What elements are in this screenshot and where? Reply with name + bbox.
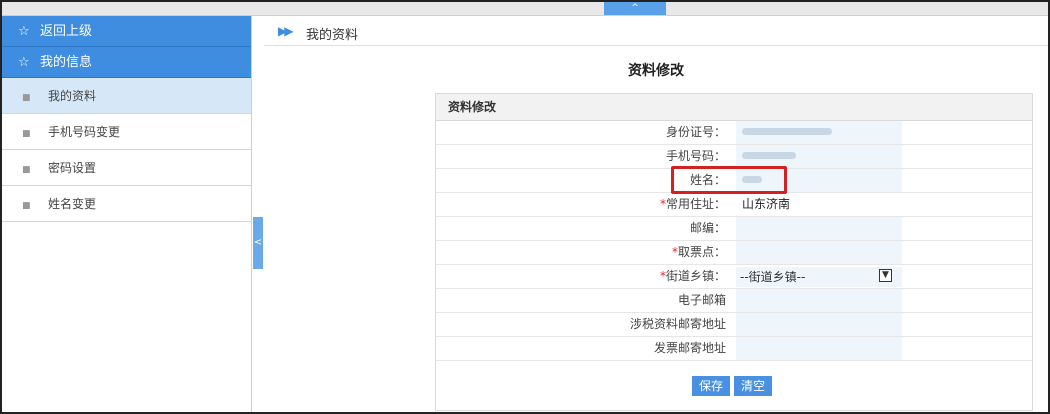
nav-my-info-label: 我的信息 xyxy=(40,55,93,70)
field-label: 发票邮寄地址 xyxy=(653,341,726,355)
street-town-select[interactable]: --街道乡镇-- ▼ xyxy=(736,267,902,287)
bullet-icon: ■ xyxy=(22,201,31,211)
sidebar-item-name-change[interactable]: ■ 姓名变更 xyxy=(2,186,251,222)
sidebar-item-label: 密码设置 xyxy=(48,161,97,175)
save-button[interactable]: 保存 xyxy=(692,376,731,396)
form-buttons: 保存 清空 xyxy=(692,376,776,396)
sidebar-item-label: 我的资料 xyxy=(48,89,97,103)
sidebar-item-phone-change[interactable]: ■ 手机号码变更 xyxy=(2,114,251,150)
top-bar: ^ xyxy=(2,2,1048,16)
address-input[interactable]: 山东济南 xyxy=(736,193,902,216)
double-arrow-icon: ▶▶ xyxy=(278,24,294,38)
id-number-input[interactable] xyxy=(736,121,902,144)
profile-form: 资料修改 身份证号： 手机号码： 姓名： *常用住址： 山东济南 邮编： *取票… xyxy=(435,93,1033,411)
bullet-icon: ■ xyxy=(22,165,31,175)
email-input[interactable] xyxy=(736,289,902,312)
page-title: 资料修改 xyxy=(628,63,684,79)
clear-button[interactable]: 清空 xyxy=(734,376,773,396)
field-invoice-mail-address: 发票邮寄地址 xyxy=(436,337,1032,361)
field-label: 邮编： xyxy=(689,221,726,235)
field-label: 手机号码： xyxy=(665,149,726,163)
name-field-highlight xyxy=(671,166,787,194)
star-icon: ☆ xyxy=(18,55,30,70)
field-street-town: *街道乡镇： --街道乡镇-- ▼ xyxy=(436,265,1032,289)
collapse-top-button[interactable]: ^ xyxy=(604,2,666,15)
breadcrumb: ▶▶ 我的资料 xyxy=(264,16,1048,46)
field-id-number: 身份证号： xyxy=(436,121,1032,145)
pickup-point-input[interactable] xyxy=(736,241,902,264)
select-value: --街道乡镇-- xyxy=(740,270,806,284)
invoice-mail-address-input[interactable] xyxy=(736,337,902,360)
field-label: 涉税资料邮寄地址 xyxy=(629,317,726,331)
field-label: 身份证号： xyxy=(665,125,726,139)
field-label: *常用住址： xyxy=(659,197,726,211)
postcode-input[interactable] xyxy=(736,217,902,240)
nav-back-up[interactable]: ☆ 返回上级 xyxy=(2,16,251,47)
chevron-down-icon[interactable]: ▼ xyxy=(879,269,892,282)
sidebar-item-password[interactable]: ■ 密码设置 xyxy=(2,150,251,186)
form-section-title: 资料修改 xyxy=(436,94,1032,121)
field-address: *常用住址： 山东济南 xyxy=(436,193,1032,217)
bullet-icon: ■ xyxy=(22,93,31,103)
phone-input[interactable] xyxy=(736,145,902,168)
field-email: 电子邮箱 xyxy=(436,289,1032,313)
blurred-value xyxy=(742,128,832,135)
field-pickup-point: *取票点： xyxy=(436,241,1032,265)
star-icon: ☆ xyxy=(18,24,30,39)
field-tax-mail-address: 涉税资料邮寄地址 xyxy=(436,313,1032,337)
sidebar-item-label: 姓名变更 xyxy=(48,197,97,211)
blurred-value xyxy=(742,152,796,159)
collapse-sidebar-button[interactable]: < xyxy=(253,217,263,269)
field-postcode: 邮编： xyxy=(436,217,1032,241)
tax-mail-address-input[interactable] xyxy=(736,313,902,336)
nav-back-up-label: 返回上级 xyxy=(40,24,93,39)
app-frame: ^ ☆ 返回上级 ☆ 我的信息 ■ 我的资料 ■ 手机号码变更 ■ 密码设置 ■ 姓名变更 … xyxy=(0,0,1050,414)
nav-my-info[interactable]: ☆ 我的信息 xyxy=(2,47,251,78)
sidebar-item-my-profile[interactable]: ■ 我的资料 xyxy=(2,78,251,114)
sidebar-item-label: 手机号码变更 xyxy=(48,125,121,139)
sidebar: ☆ 返回上级 ☆ 我的信息 ■ 我的资料 ■ 手机号码变更 ■ 密码设置 ■ 姓名变更 xyxy=(2,16,252,412)
field-label: *街道乡镇： xyxy=(659,269,726,283)
field-label: 电子邮箱 xyxy=(677,293,726,307)
breadcrumb-text: 我的资料 xyxy=(306,28,359,43)
field-label: *取票点： xyxy=(671,245,726,259)
bullet-icon: ■ xyxy=(22,129,31,139)
